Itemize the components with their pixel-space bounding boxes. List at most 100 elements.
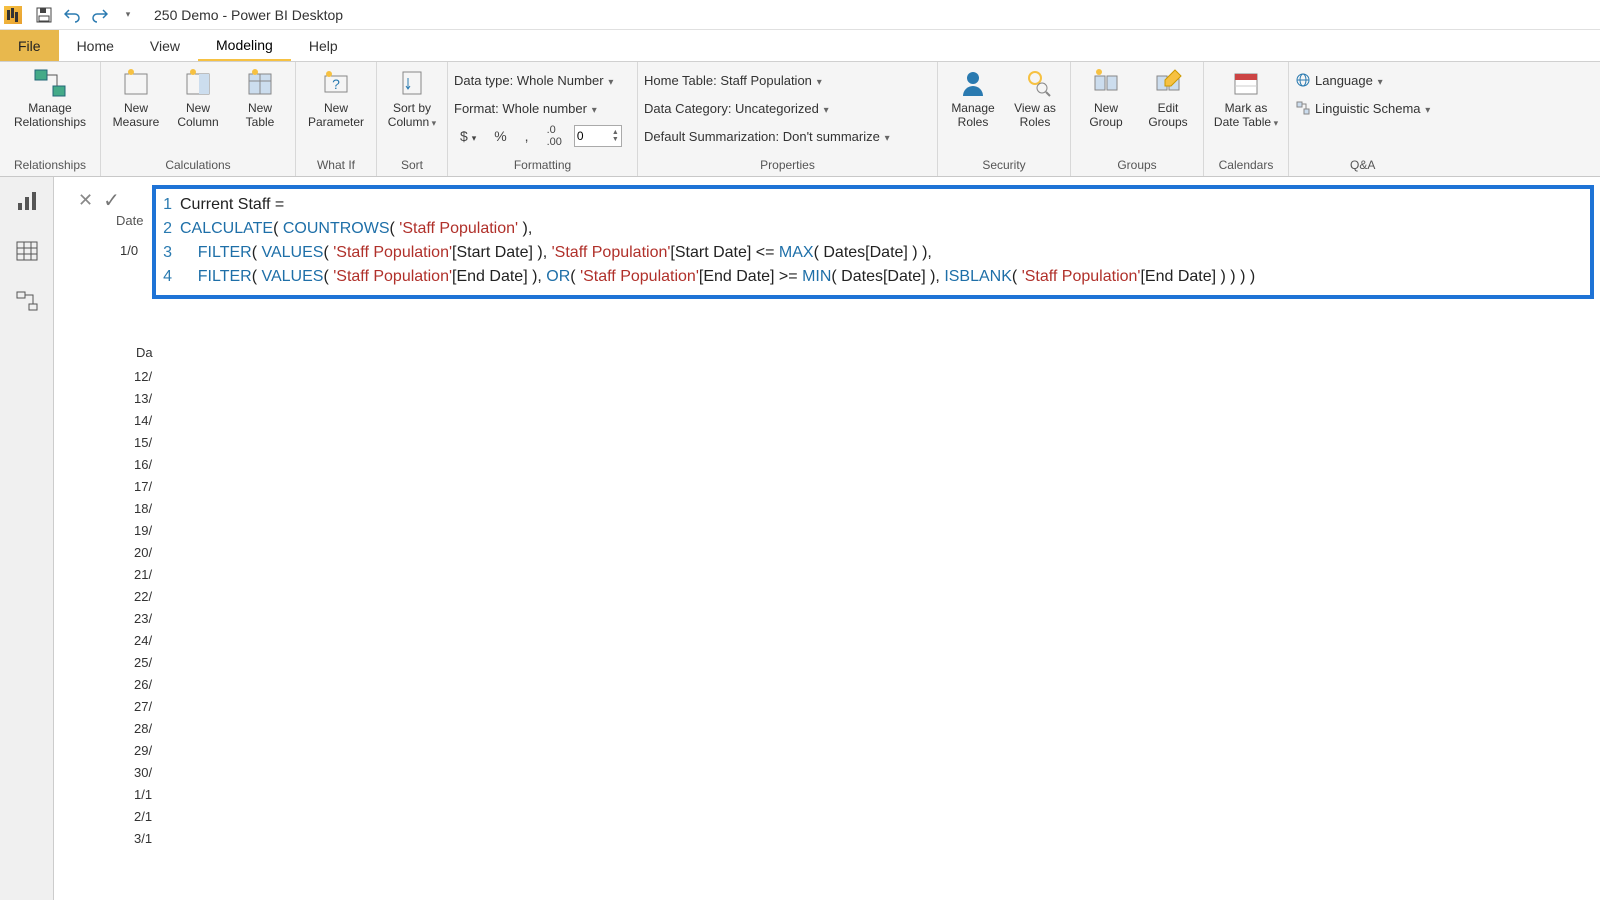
qat-customize[interactable]: ▾ [116,3,140,27]
undo-button[interactable] [60,3,84,27]
mark-as-date-table-button[interactable]: Mark as Date Table [1210,64,1282,130]
svg-text:?: ? [332,76,340,92]
group-qa-label: Q&A [1295,156,1430,176]
home-table-dropdown[interactable]: Home Table: Staff Population [644,66,931,94]
manage-relationships-label: Manage Relationships [14,102,86,130]
manage-roles-button[interactable]: Manage Roles [944,64,1002,130]
group-properties-label: Properties [644,156,931,176]
peek-rows: 12/13/14/15/16/17/18/19/20/21/22/23/24/2… [134,369,152,853]
linguistic-schema-dropdown[interactable]: Linguistic Schema [1295,94,1430,122]
peek-row: 24/ [134,633,152,655]
group-calculations: New Measure New Column New Table Calcula… [101,62,296,176]
peek-row: 26/ [134,677,152,699]
manage-roles-icon [956,66,990,100]
tab-file[interactable]: File [0,30,59,61]
redo-button[interactable] [88,3,112,27]
peek-row: 27/ [134,699,152,721]
peek-row: 29/ [134,743,152,765]
group-formatting-label: Formatting [454,156,631,176]
data-category-dropdown[interactable]: Data Category: Uncategorized [644,94,931,122]
model-view-icon[interactable] [13,287,41,315]
new-group-label: New Group [1089,102,1122,130]
new-group-button[interactable]: New Group [1077,64,1135,130]
group-properties: Home Table: Staff Population Data Catego… [638,62,938,176]
new-column-label: New Column [177,102,218,130]
peek-row: 2/1 [134,809,152,831]
tab-home[interactable]: Home [59,30,132,61]
peek-row: 14/ [134,413,152,435]
peek-row: 15/ [134,435,152,457]
view-as-roles-button[interactable]: View as Roles [1006,64,1064,130]
peek-row: 30/ [134,765,152,787]
edit-groups-icon [1151,66,1185,100]
peek-cell-1: 1/0 [120,243,138,258]
comma-button[interactable]: , [519,126,535,146]
mark-as-label: Mark as Date Table [1214,102,1278,130]
group-groups-label: Groups [1077,156,1197,176]
data-view-icon[interactable] [13,237,41,265]
save-button[interactable] [32,3,56,27]
group-calculations-label: Calculations [107,156,289,176]
tab-modeling[interactable]: Modeling [198,30,291,61]
manage-relationships-button[interactable]: Manage Relationships [6,64,94,130]
group-security-label: Security [944,156,1064,176]
sort-by-label: Sort by Column [388,102,436,130]
new-parameter-button[interactable]: ? New Parameter [302,64,370,130]
formula-controls: ✕ ✓ [68,185,144,215]
report-view-icon[interactable] [13,187,41,215]
new-parameter-label: New Parameter [308,102,364,130]
group-sort: Sort by Column Sort [377,62,448,176]
edit-groups-button[interactable]: Edit Groups [1139,64,1197,130]
new-table-label: New Table [246,102,275,130]
currency-button[interactable]: $ ▾ [454,126,482,146]
measure-icon [119,66,153,100]
code-line-1: Current Staff = [180,193,284,217]
group-security: Manage Roles View as Roles Security [938,62,1071,176]
decimal-spinner[interactable]: ▲▼ [612,129,619,143]
percent-button[interactable]: % [488,126,512,146]
peek-row: 18/ [134,501,152,523]
formula-bar[interactable]: 1Current Staff = 2CALCULATE( COUNTROWS( … [152,185,1594,299]
schema-icon [1295,100,1311,116]
new-column-button[interactable]: New Column [169,64,227,130]
sort-by-column-button[interactable]: Sort by Column [383,64,441,130]
group-calendars-label: Calendars [1210,156,1282,176]
peek-row: 1/1 [134,787,152,809]
data-type-dropdown[interactable]: Data type: Whole Number [454,66,631,94]
group-whatif-label: What If [302,156,370,176]
parameter-icon: ? [319,66,353,100]
peek-row: 12/ [134,369,152,391]
code-line-2: CALCULATE( COUNTROWS( 'Staff Population'… [180,217,532,241]
tab-help[interactable]: Help [291,30,356,61]
peek-row: 22/ [134,589,152,611]
new-group-icon [1089,66,1123,100]
peek-row: 20/ [134,545,152,567]
new-measure-button[interactable]: New Measure [107,64,165,130]
menu-tabs: File Home View Modeling Help [0,30,1600,62]
group-relationships-label: Relationships [6,156,94,176]
peek-row: 17/ [134,479,152,501]
default-summarization-dropdown[interactable]: Default Summarization: Don't summarize [644,122,931,150]
peek-row: 28/ [134,721,152,743]
app-icon [4,6,22,24]
decimal-value: 0 [577,129,584,143]
relationships-icon [33,66,67,100]
commit-formula-button[interactable]: ✓ [103,188,120,213]
group-calendars: Mark as Date Table Calendars [1204,62,1289,176]
group-relationships: Manage Relationships Relationships [0,62,101,176]
format-dropdown[interactable]: Format: Whole number [454,94,631,122]
peek-row: 13/ [134,391,152,413]
dax-editor[interactable]: 1Current Staff = 2CALCULATE( COUNTROWS( … [156,189,1590,295]
work-area: Date 1/0 ✕ ✓ 1Current Staff = 2CALCULATE… [54,177,1600,900]
code-line-3: FILTER( VALUES( 'Staff Population'[Start… [180,241,932,265]
peek-row: 19/ [134,523,152,545]
new-table-button[interactable]: New Table [231,64,289,130]
language-dropdown[interactable]: Language [1295,66,1430,94]
cancel-formula-button[interactable]: ✕ [78,190,93,211]
manage-roles-label: Manage Roles [951,102,994,130]
window-title: 250 Demo - Power BI Desktop [154,7,343,23]
column-icon [181,66,215,100]
group-qa: Language Linguistic Schema Q&A [1289,62,1436,176]
decimal-places-input[interactable]: 0 ▲▼ [574,125,622,147]
tab-view[interactable]: View [132,30,198,61]
